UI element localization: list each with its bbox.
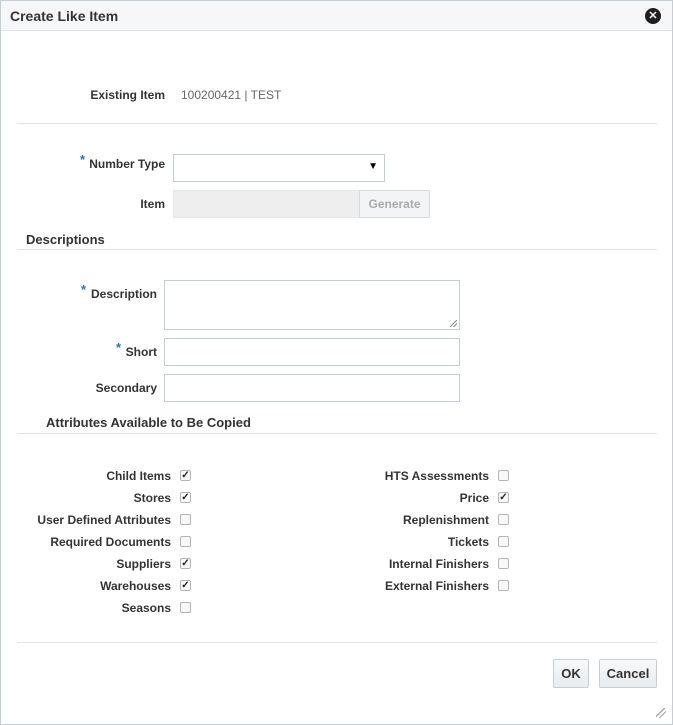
replenishment-label: Replenishment [402,513,489,527]
number-type-label: Number Type [89,157,165,171]
internal-finishers-checkbox[interactable] [498,558,509,569]
seasons-checkbox[interactable] [180,602,191,613]
item-input [173,190,360,218]
warehouses-checkbox[interactable]: ✓ [180,580,191,591]
seasons-label: Seasons [121,601,171,615]
suppliers-label: Suppliers [116,557,171,571]
replenishment-checkbox[interactable] [498,514,509,525]
secondary-input[interactable] [164,374,460,402]
divider [17,433,657,434]
resize-grip-icon[interactable] [450,320,457,327]
descriptions-section-title: Descriptions [26,232,105,247]
divider [17,123,657,124]
hts-assessments-checkbox[interactable] [498,470,509,481]
warehouses-label: Warehouses [100,579,171,593]
secondary-label: Secondary [95,381,157,395]
dropdown-arrow-icon: ▼ [368,161,378,172]
external-finishers-checkbox[interactable] [498,580,509,591]
tickets-label: Tickets [447,535,489,549]
required-documents-label: Required Documents [50,535,171,549]
user-defined-attributes-label: User Defined Attributes [37,513,171,527]
user-defined-attributes-checkbox[interactable] [180,514,191,525]
ok-button[interactable]: OK [553,659,589,688]
required-documents-checkbox[interactable] [180,536,191,547]
price-checkbox[interactable]: ✓ [498,492,509,503]
dialog-titlebar: Create Like Item ✕ [1,1,672,31]
external-finishers-label: External Finishers [384,579,489,593]
stores-label: Stores [133,491,171,505]
resize-handle-icon[interactable] [656,708,666,718]
description-textarea[interactable] [164,280,460,330]
cancel-button[interactable]: Cancel [599,659,657,688]
hts-assessments-label: HTS Assessments [384,469,489,483]
description-label: Description [90,287,157,301]
tickets-checkbox[interactable] [498,536,509,547]
stores-checkbox[interactable]: ✓ [180,492,191,503]
suppliers-checkbox[interactable]: ✓ [180,558,191,569]
divider [17,642,657,643]
attributes-section-title: Attributes Available to Be Copied [46,415,251,430]
item-label: Item [140,197,165,211]
generate-button[interactable]: Generate [359,190,430,218]
internal-finishers-label: Internal Finishers [388,557,489,571]
short-input[interactable] [164,338,460,366]
divider [17,249,657,250]
existing-item-label: Existing Item [90,88,165,102]
create-like-item-dialog: Create Like Item ✕ Existing Item 1002004… [0,0,673,725]
close-icon[interactable]: ✕ [645,8,661,24]
price-label: Price [459,491,489,505]
short-label: Short [125,345,157,359]
child-items-label: Child Items [106,469,171,483]
number-type-select[interactable]: ▼ [173,154,385,182]
dialog-title: Create Like Item [10,8,119,24]
child-items-checkbox[interactable]: ✓ [180,470,191,481]
existing-item-value: 100200421 | TEST [181,88,282,102]
